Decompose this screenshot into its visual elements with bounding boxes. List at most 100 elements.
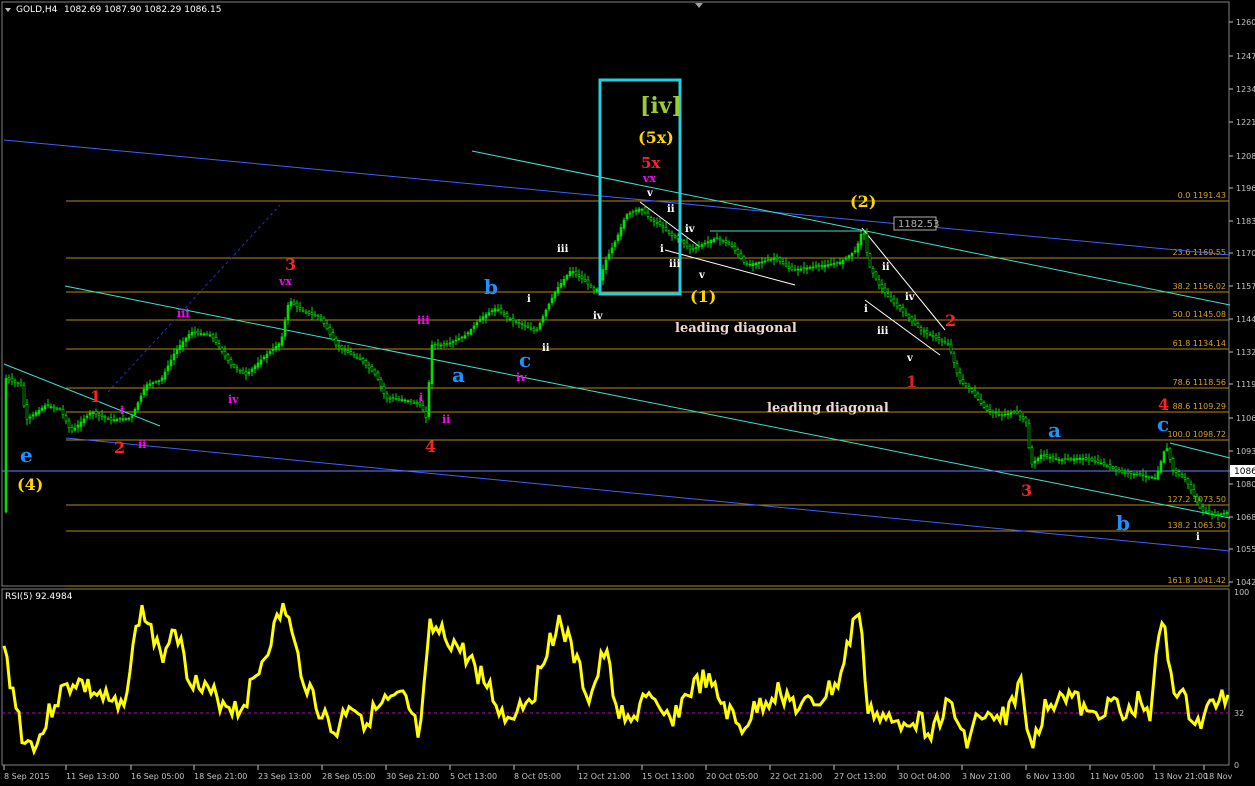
candle-body bbox=[700, 244, 704, 247]
candle-body bbox=[76, 424, 80, 428]
candle-body bbox=[778, 257, 782, 262]
candle-body bbox=[901, 307, 905, 313]
candle-body bbox=[769, 259, 773, 261]
right-cyan-trendline[interactable] bbox=[1169, 442, 1231, 459]
candle-body bbox=[976, 393, 980, 400]
time-axis[interactable]: 8 Sep 2015 11 Sep 13:00 16 Sep 05:00 18 Sep… bbox=[3, 765, 1233, 781]
candle-body bbox=[595, 288, 599, 292]
candle-body bbox=[28, 416, 32, 419]
candle-body bbox=[412, 402, 416, 404]
candle-body bbox=[802, 267, 806, 269]
candle-body bbox=[754, 262, 758, 266]
lower-cyan-trendline[interactable] bbox=[64, 285, 1231, 519]
candle-body bbox=[211, 334, 215, 339]
candle-body bbox=[907, 314, 911, 319]
candle-body bbox=[610, 247, 614, 254]
candle-body bbox=[616, 234, 620, 242]
ohlc-values: 1082.69 1087.90 1082.29 1086.15 bbox=[64, 5, 221, 15]
fib-level-label: 78.6 1118.56 bbox=[1173, 378, 1226, 387]
time-tick-label: 6 Nov 13:00 bbox=[1026, 772, 1075, 781]
candle-body bbox=[913, 319, 917, 325]
candle-body bbox=[520, 323, 524, 325]
candle-body bbox=[223, 350, 227, 357]
candle-body bbox=[166, 365, 170, 372]
candle-body bbox=[670, 232, 674, 236]
dashed-blue-trendline[interactable] bbox=[107, 204, 281, 393]
candle-body bbox=[1012, 411, 1016, 414]
candle-body bbox=[586, 279, 590, 285]
candle-body bbox=[949, 343, 953, 353]
candle-body bbox=[733, 246, 737, 251]
candle-body bbox=[217, 343, 221, 348]
candle-body bbox=[397, 398, 401, 401]
lower-blue-trendline[interactable] bbox=[65, 437, 1231, 552]
upper-cyan-trendline[interactable] bbox=[471, 150, 1231, 306]
candle-body bbox=[310, 312, 314, 315]
candle-body bbox=[490, 310, 494, 312]
candle-body bbox=[322, 317, 326, 324]
price-candles bbox=[4, 204, 1229, 521]
candle-body bbox=[1225, 512, 1229, 514]
wave-iii-a: iii bbox=[669, 259, 681, 270]
candle-body bbox=[181, 341, 185, 347]
candle-body bbox=[652, 219, 656, 222]
candle-body bbox=[238, 369, 242, 372]
candle-body bbox=[793, 268, 797, 271]
candle-body bbox=[325, 323, 329, 330]
candle-body bbox=[448, 342, 452, 345]
candle-body bbox=[121, 418, 125, 421]
candle-body bbox=[1015, 410, 1019, 414]
price-tick-label: 1132 bbox=[1236, 348, 1255, 357]
candle-body bbox=[925, 330, 929, 334]
candle-body bbox=[856, 243, 860, 253]
candle-body bbox=[1093, 460, 1097, 463]
candle-body bbox=[523, 324, 527, 327]
price-tick-label: 1170 bbox=[1236, 249, 1255, 258]
candle-body bbox=[52, 406, 56, 409]
wave-b-mid: b bbox=[484, 275, 498, 299]
wave-3-left: 3 bbox=[285, 255, 296, 274]
time-tick-label: 20 Oct 05:00 bbox=[706, 772, 758, 781]
candle-body bbox=[493, 308, 497, 312]
candle-body bbox=[871, 268, 875, 274]
wave-1-left: 1 bbox=[90, 387, 101, 406]
price-tick-label: 1068 bbox=[1236, 513, 1255, 522]
candle-body bbox=[163, 371, 167, 380]
mt4-chart-window[interactable]: 0.0 1191.4323.6 1169.5538.2 1156.0250.0 … bbox=[0, 0, 1255, 782]
wave-a-right: a bbox=[1048, 418, 1061, 442]
candle-body bbox=[1222, 512, 1226, 515]
time-tick-label: 8 Oct 05:00 bbox=[514, 772, 561, 781]
rsi-tick-label: 100 bbox=[1234, 588, 1249, 597]
candle-body bbox=[607, 253, 611, 260]
candle-body bbox=[1153, 477, 1157, 480]
candle-body bbox=[178, 344, 182, 350]
candle-body bbox=[1120, 470, 1124, 473]
wave-4-mid: 4 bbox=[425, 437, 436, 456]
chart-canvas[interactable]: 0.0 1191.4323.6 1169.5538.2 1156.0250.0 … bbox=[0, 0, 1255, 782]
fib-level-label: 161.8 1041.42 bbox=[1167, 576, 1226, 585]
shift-marker-icon[interactable] bbox=[695, 3, 703, 8]
time-tick-label: 18 Sep 21:00 bbox=[194, 772, 247, 781]
candle-body bbox=[583, 279, 587, 282]
candle-body bbox=[628, 212, 632, 215]
candle-body bbox=[472, 325, 476, 329]
candle-body bbox=[373, 369, 377, 375]
candle-body bbox=[1129, 471, 1133, 474]
candle-body bbox=[133, 408, 137, 416]
candle-body bbox=[199, 333, 203, 335]
candle-body bbox=[709, 240, 713, 244]
candle-body bbox=[10, 378, 14, 382]
candle-body bbox=[442, 343, 446, 346]
candle-body bbox=[205, 333, 209, 336]
candle-body bbox=[1162, 451, 1166, 463]
fibonacci-retracement[interactable]: 0.0 1191.4323.6 1169.5538.2 1156.0250.0 … bbox=[66, 191, 1229, 587]
candle-body bbox=[187, 334, 191, 339]
candle-body bbox=[421, 404, 425, 411]
candle-body bbox=[49, 406, 53, 408]
candle-body bbox=[388, 397, 392, 400]
candle-body bbox=[355, 356, 359, 359]
price-axis[interactable]: 1260 1247 1234 1221 1208 1196 1183 1170 1157 1144… bbox=[1229, 18, 1255, 587]
candle-body bbox=[1069, 458, 1073, 460]
collapse-triangle-icon[interactable] bbox=[5, 8, 11, 12]
candle-body bbox=[553, 291, 557, 299]
